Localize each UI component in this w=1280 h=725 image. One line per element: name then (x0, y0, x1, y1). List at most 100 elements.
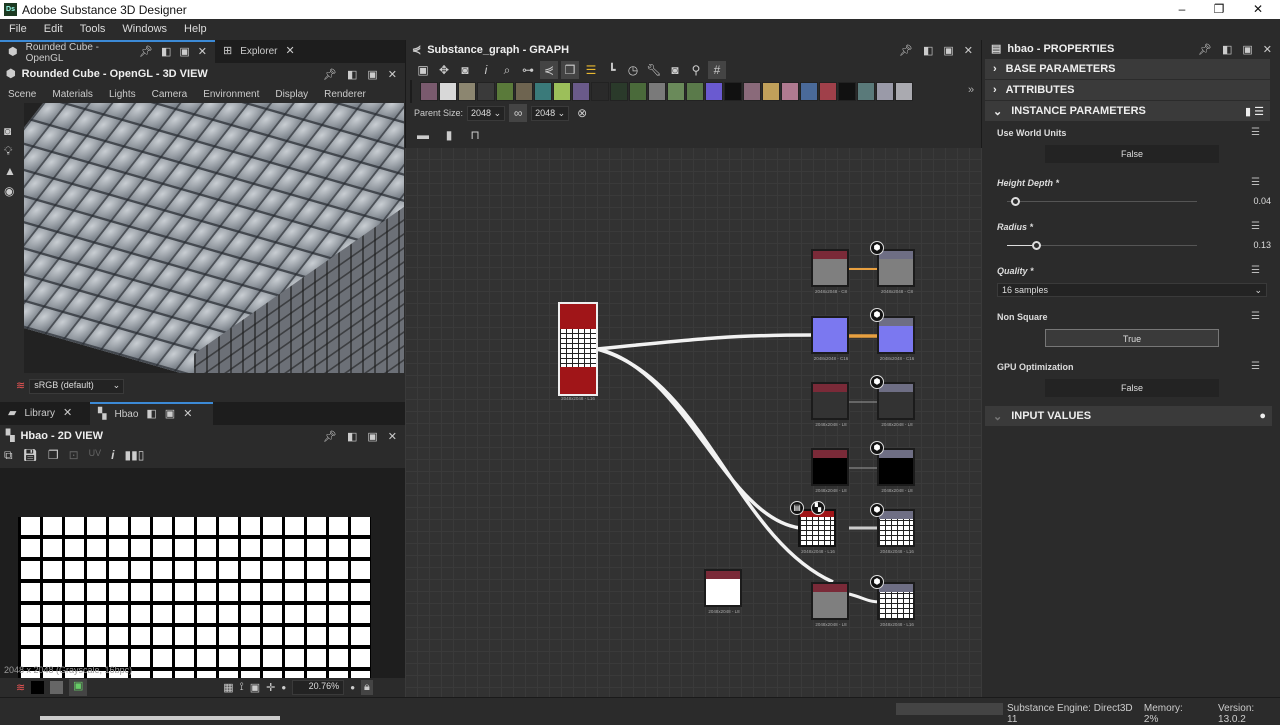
close-icon[interactable]: ✕ (63, 408, 72, 419)
search-icon[interactable]: ⌕ (498, 61, 516, 79)
zoom-in-icon[interactable]: ● (350, 683, 355, 692)
node-library-item-16[interactable] (724, 82, 742, 101)
node-library-item-24[interactable] (876, 82, 894, 101)
param-menu-icon[interactable]: ☰ (1251, 311, 1260, 322)
clean-icon[interactable]: ⚲ (687, 61, 705, 79)
colorspace-select[interactable]: sRGB (default) ⌄ (29, 378, 125, 394)
add-icon[interactable]: ● (1259, 410, 1272, 422)
node-library-item-10[interactable] (610, 82, 628, 101)
channels-icon[interactable]: ≋ (16, 681, 25, 694)
float-icon[interactable]: ◧ (923, 44, 933, 57)
non-square-toggle[interactable]: True (1045, 329, 1219, 347)
node-library-item-13[interactable] (667, 82, 685, 101)
output-metallic[interactable] (877, 448, 915, 486)
node-library-item-7[interactable] (553, 82, 571, 101)
node-library-item-17[interactable] (743, 82, 761, 101)
node-library-item-21[interactable] (819, 82, 837, 101)
menu-file[interactable]: File (0, 23, 35, 35)
float-icon[interactable]: ◧ (347, 68, 357, 81)
screenshot-icon[interactable]: ◉ (4, 181, 20, 201)
node-library-item-22[interactable] (838, 82, 856, 101)
close-icon[interactable]: ✕ (1263, 43, 1272, 56)
graph-layout-icon[interactable]: ⋞ (540, 61, 558, 79)
output-height[interactable] (877, 582, 915, 620)
snap-icon[interactable]: ⊓ (466, 126, 484, 144)
pin-icon[interactable]: 📌︎ (323, 430, 337, 443)
node-metallic[interactable] (811, 448, 849, 486)
float-icon[interactable]: ◧ (146, 409, 156, 420)
close-icon[interactable]: ✕ (964, 44, 973, 57)
output-ao[interactable] (877, 509, 915, 547)
black-bg-button[interactable] (31, 681, 45, 694)
preset-icon[interactable]: ▮ ☰ (1245, 105, 1270, 118)
radius-value[interactable]: 0.13 (1223, 240, 1271, 250)
fit-icon[interactable]: ▣ (250, 681, 260, 694)
radius-slider[interactable] (1007, 241, 1197, 250)
close-button[interactable]: ✕ (1240, 0, 1276, 19)
menu-renderer[interactable]: Renderer (316, 89, 374, 100)
pin-icon[interactable]: 📌︎ (899, 44, 913, 57)
use-world-units-toggle[interactable]: False (1045, 145, 1219, 163)
node-library-item-8[interactable] (572, 82, 590, 101)
more-icon[interactable]: » (968, 84, 974, 96)
height-depth-slider[interactable] (1007, 197, 1197, 206)
copy-view-icon[interactable]: ⧉ (4, 448, 13, 463)
param-menu-icon[interactable]: ☰ (1251, 361, 1260, 372)
wrench-icon[interactable]: 🔧︎ (645, 61, 663, 79)
stack-icon[interactable]: ❒ (561, 61, 579, 79)
maximize-icon[interactable]: ▣ (1242, 43, 1252, 56)
info-icon[interactable]: i (477, 61, 495, 79)
node-library-item-20[interactable] (800, 82, 818, 101)
environment-icon[interactable]: ▲ (4, 161, 20, 181)
maximize-icon[interactable]: ▣ (367, 68, 377, 81)
camera-icon[interactable]: ◙ (4, 121, 20, 141)
menu-tools[interactable]: Tools (71, 23, 114, 35)
slider-handle[interactable] (1010, 197, 1020, 206)
layers-icon[interactable]: ≋ (16, 380, 25, 392)
node-library-item-23[interactable] (857, 82, 875, 101)
node-library-item-14[interactable] (686, 82, 704, 101)
maximize-icon[interactable]: ▣ (367, 430, 377, 443)
tab-hbao[interactable]: ▚ Hbao ◧ ▣ ✕ (90, 402, 213, 425)
section-base-parameters[interactable]: › BASE PARAMETERS (985, 59, 1270, 79)
menu-materials[interactable]: Materials (44, 89, 101, 100)
menu-environment[interactable]: Environment (195, 89, 267, 100)
node-uniform-white[interactable] (704, 569, 742, 607)
output-normal[interactable] (877, 316, 915, 354)
snap-grid-icon[interactable]: # (708, 61, 726, 79)
horizontal-scrollbar[interactable] (40, 716, 280, 720)
param-menu-icon[interactable]: ☰ (1251, 177, 1260, 188)
section-instance-parameters[interactable]: ⌄ INSTANCE PARAMETERS ▮ ☰ (985, 101, 1270, 121)
info-icon[interactable]: i (111, 448, 114, 463)
node-library-item-5[interactable] (515, 82, 533, 101)
node-library-item-19[interactable] (781, 82, 799, 101)
link-ratio-icon[interactable]: ∞ (509, 104, 528, 122)
node-library-item-18[interactable] (762, 82, 780, 101)
float-icon[interactable]: ◧ (1222, 43, 1232, 56)
output-roughness[interactable] (877, 382, 915, 420)
node-library-item-11[interactable] (629, 82, 647, 101)
node-normal[interactable] (811, 316, 849, 354)
maximize-button[interactable]: ❐ (1201, 0, 1237, 19)
node-basecolor[interactable] (811, 249, 849, 287)
parent-width-select[interactable]: 2048 ⌄ (467, 105, 506, 121)
grid-icon[interactable]: ▦ (223, 681, 233, 694)
maximize-icon[interactable]: ▣ (165, 409, 175, 420)
3d-viewport[interactable] (24, 103, 404, 373)
node-library-item-6[interactable] (534, 82, 552, 101)
float-icon[interactable]: ◧ (161, 47, 171, 58)
frame-all-icon[interactable]: ▣ (414, 61, 432, 79)
fit-icon[interactable]: ✥ (435, 61, 453, 79)
tab-explorer[interactable]: ⊞ Explorer ✕ (215, 40, 303, 63)
close-icon[interactable]: ✕ (183, 409, 192, 420)
pin-icon[interactable]: 📌︎ (139, 47, 153, 58)
hbao-node[interactable] (558, 302, 598, 396)
tiling-icon[interactable]: ⟟ (240, 681, 244, 694)
section-attributes[interactable]: › ATTRIBUTES (985, 80, 1270, 100)
node-roughness[interactable] (811, 382, 849, 420)
tab-library[interactable]: ▰ Library ✕ (0, 402, 90, 425)
close-icon[interactable]: ✕ (285, 46, 294, 57)
color-display-icon[interactable]: ▣ (69, 679, 88, 696)
node-library-item-12[interactable] (648, 82, 666, 101)
menu-display[interactable]: Display (267, 89, 316, 100)
